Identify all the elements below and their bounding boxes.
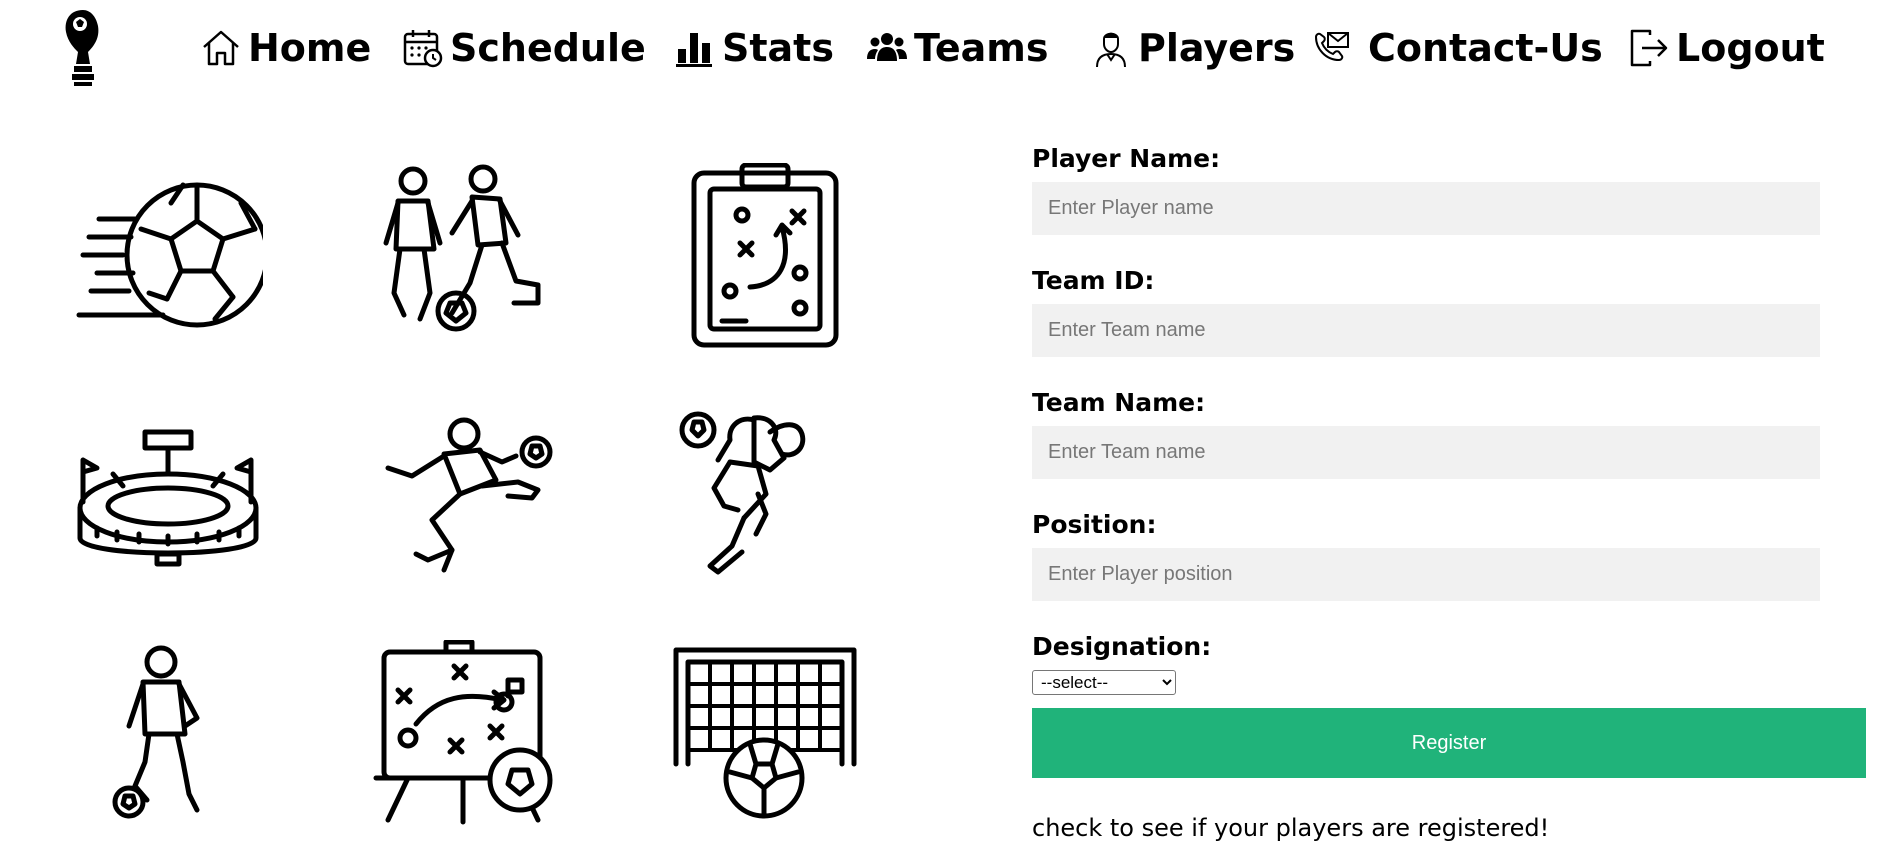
goal-net-ball-icon xyxy=(670,640,860,830)
team-id-label: Team ID: xyxy=(1032,266,1155,295)
team-id-input[interactable] xyxy=(1032,304,1820,357)
team-name-input[interactable] xyxy=(1032,426,1820,479)
soccer-ball-speed-icon xyxy=(73,163,270,353)
nav-stats-link[interactable]: Stats xyxy=(674,25,834,71)
goalkeeper-diving-icon xyxy=(670,410,860,600)
world-cup-trophy-logo[interactable] xyxy=(60,8,106,88)
nav-logout-link[interactable]: Logout xyxy=(1628,25,1825,71)
player-with-ball-icon xyxy=(73,640,263,830)
nav-home-label: Home xyxy=(248,26,372,70)
player-name-input[interactable] xyxy=(1032,182,1820,235)
nav-contact-label: Contact-Us xyxy=(1368,26,1603,70)
calendar-clock-icon xyxy=(403,30,443,68)
nav-logout-label: Logout xyxy=(1676,26,1825,70)
users-group-icon xyxy=(867,33,907,61)
nav-schedule-label: Schedule xyxy=(450,26,646,70)
designation-select[interactable]: --select-- xyxy=(1032,670,1176,695)
team-name-label: Team Name: xyxy=(1032,388,1206,417)
player-kicking-ball-icon xyxy=(368,410,558,600)
tactics-board-icon xyxy=(368,639,558,830)
home-icon xyxy=(203,30,239,66)
bar-chart-icon xyxy=(676,33,712,67)
phone-mail-icon xyxy=(1314,32,1349,62)
player-icon xyxy=(1096,32,1126,68)
nav-teams-label: Teams xyxy=(914,26,1049,70)
navbar: Home Schedule Stats Teams Players Contac… xyxy=(0,0,1883,100)
tactics-clipboard-icon xyxy=(670,162,860,353)
position-input[interactable] xyxy=(1032,548,1820,601)
logout-icon xyxy=(1630,29,1668,67)
designation-label: Designation: xyxy=(1032,632,1212,661)
nav-contact-link[interactable]: Contact-Us xyxy=(1310,25,1603,71)
player-name-label: Player Name: xyxy=(1032,144,1221,173)
nav-teams-link[interactable]: Teams xyxy=(866,25,1049,71)
nav-players-link[interactable]: Players xyxy=(1090,25,1295,71)
check-registration-text: check to see if your players are registe… xyxy=(1032,814,1550,842)
nav-players-label: Players xyxy=(1138,26,1296,70)
two-players-dribbling-icon xyxy=(368,163,558,353)
nav-stats-label: Stats xyxy=(722,26,834,70)
position-label: Position: xyxy=(1032,510,1157,539)
register-button[interactable]: Register xyxy=(1032,708,1866,778)
nav-home-link[interactable]: Home xyxy=(200,25,371,71)
nav-schedule-link[interactable]: Schedule xyxy=(402,25,646,71)
stadium-icon xyxy=(73,410,263,600)
